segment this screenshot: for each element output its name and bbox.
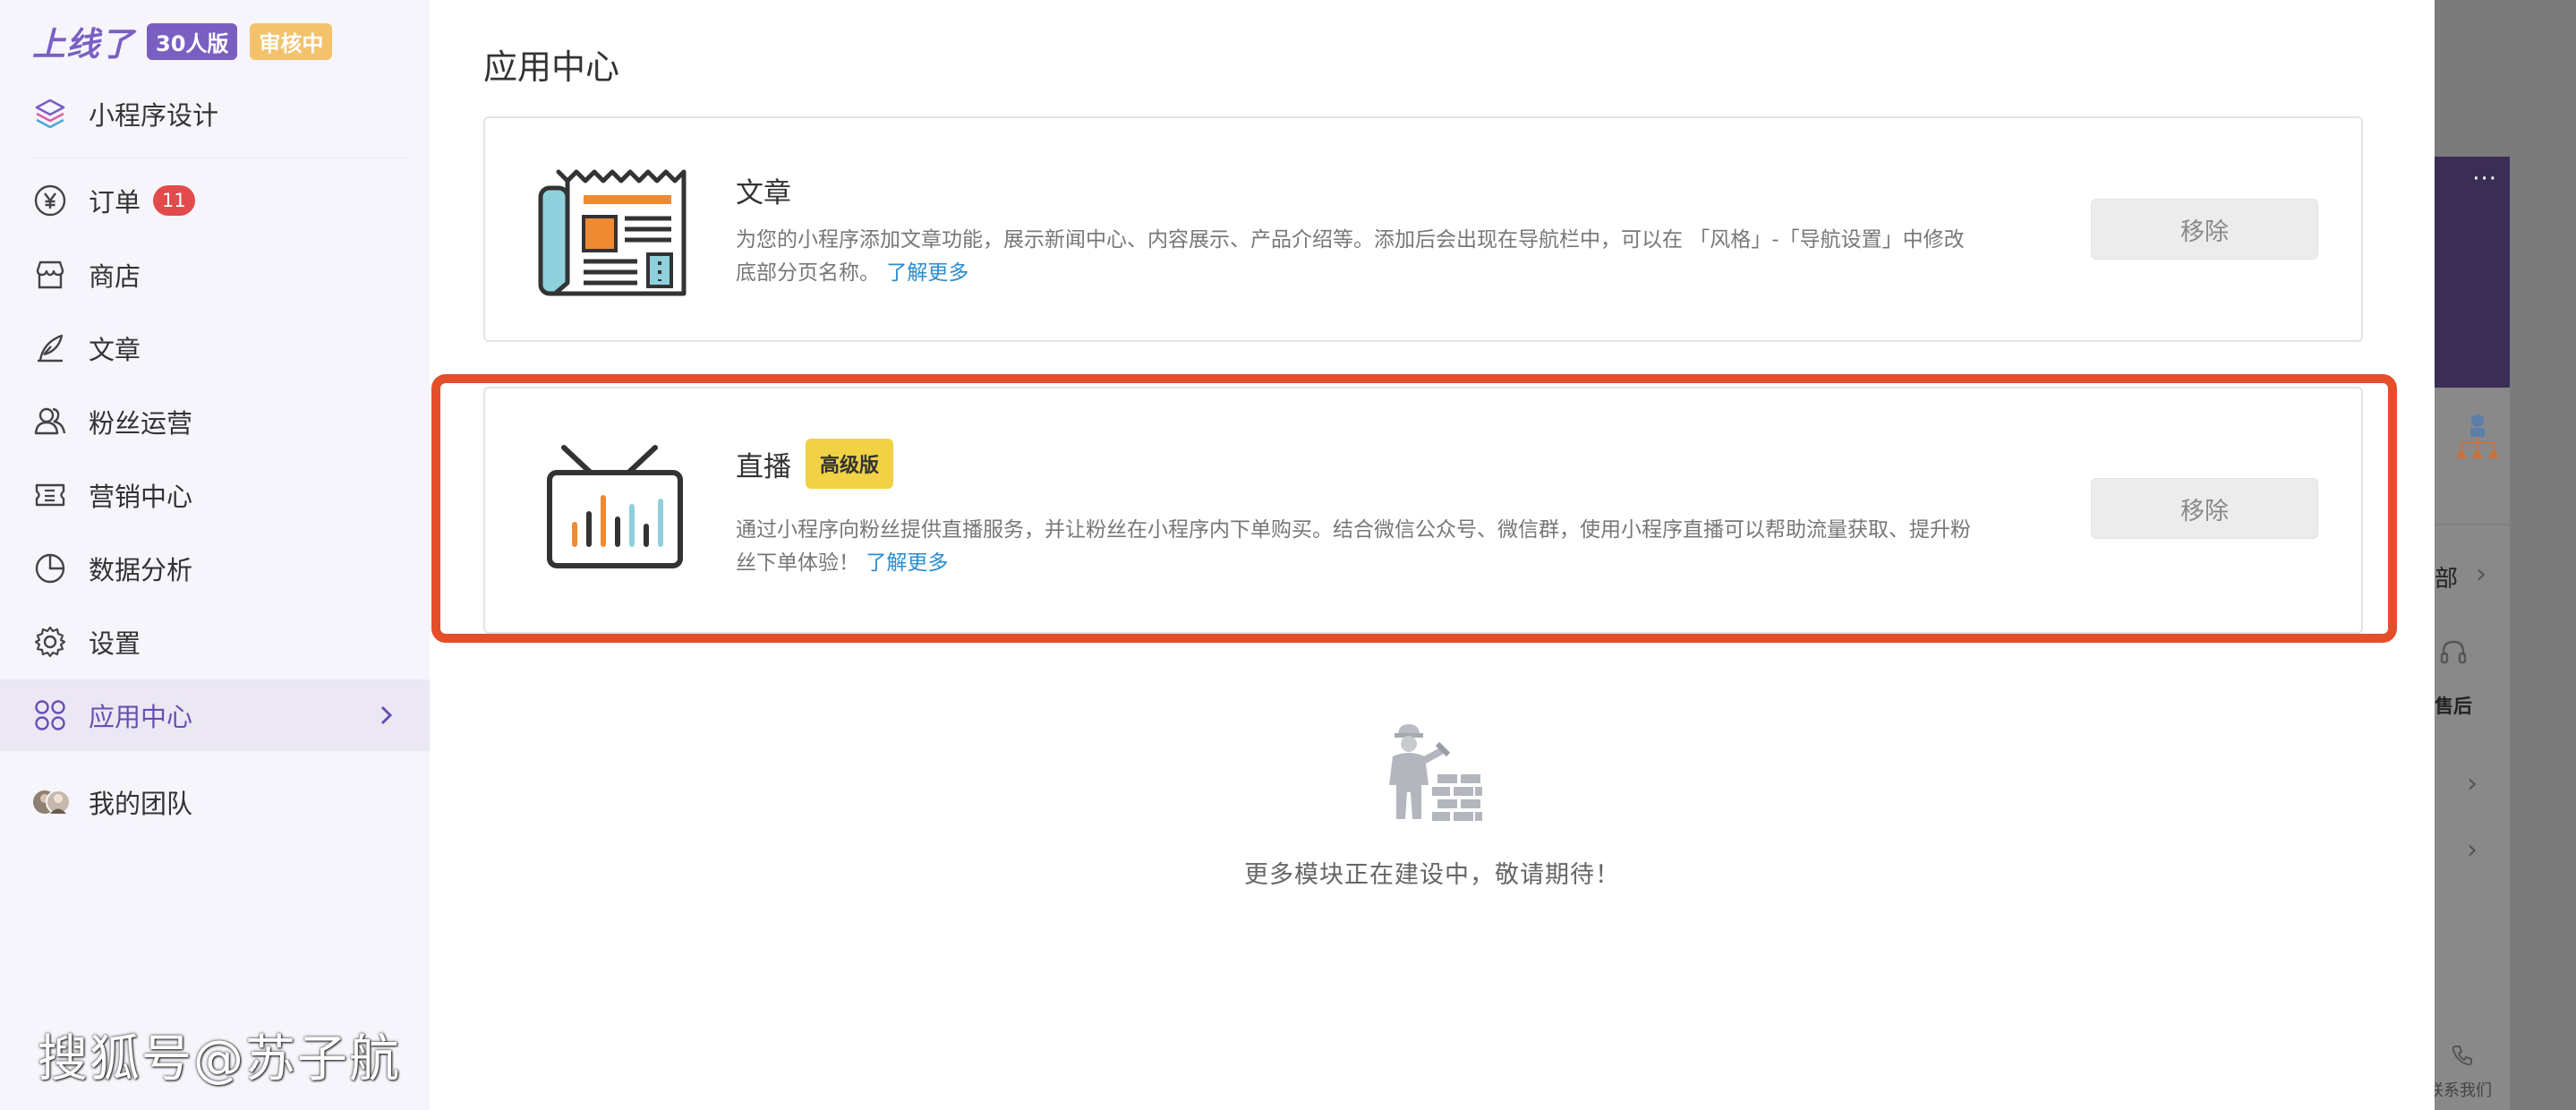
main-content: 应用中心 文章 为您的小程序添加文章功能，展示新闻中心、内容展示、产品介绍等。添… [430, 0, 2435, 1110]
phone-icon [2451, 1044, 2474, 1071]
yen-icon [32, 183, 68, 218]
phone-preview: ··· [2435, 157, 2510, 1110]
learn-more-link[interactable]: 了解更多 [886, 261, 968, 285]
background-preview-panel: ··· 部 › 售后 › › 联系我们 [2435, 0, 2576, 1110]
app-name: 文章 [736, 177, 791, 209]
phone-header: ··· [2435, 157, 2510, 388]
remove-button[interactable]: 移除 [2091, 199, 2318, 260]
chevron-right-icon: › [2476, 559, 2486, 590]
team-avatar-icon [32, 788, 72, 816]
more-dots-icon[interactable]: ··· [2472, 166, 2497, 192]
sidebar-item-store[interactable]: 商店 [0, 239, 430, 311]
sidebar-item-label: 商店 [89, 261, 141, 292]
order-count-badge: 11 [153, 185, 195, 216]
coming-soon-text: 更多模块正在建设中，敬请期待！ [1244, 861, 1620, 889]
all-orders-label[interactable]: 部 [2435, 560, 2458, 593]
pie-chart-icon [32, 551, 68, 586]
app-name-row: 文章 [736, 170, 791, 210]
pro-badge: 高级版 [806, 439, 894, 489]
brand-header: 上线了 30人版 审核中 [32, 21, 333, 64]
feather-icon [32, 330, 68, 366]
learn-more-link[interactable]: 了解更多 [866, 551, 948, 575]
chevron-right-icon: › [2467, 768, 2478, 799]
layers-icon [32, 96, 68, 132]
contact-us-label[interactable]: 联系我们 [2435, 1078, 2492, 1101]
sidebar-item-label: 文章 [89, 335, 141, 365]
sidebar-item-label: 数据分析 [89, 555, 193, 585]
app-name-row: 直播 高级版 [736, 439, 894, 489]
app-card-article: 文章 为您的小程序添加文章功能，展示新闻中心、内容展示、产品介绍等。添加后会出现… [483, 116, 2363, 342]
sidebar-item-app-center[interactable]: 应用中心 [0, 679, 430, 751]
gear-icon [32, 624, 68, 660]
users-icon [32, 404, 68, 440]
org-chart-icon [2451, 412, 2504, 464]
sidebar-item-marketing[interactable]: 营销中心 [0, 459, 430, 531]
chevron-right-icon [371, 699, 403, 731]
sidebar-item-label: 设置 [89, 628, 141, 659]
after-sale-label[interactable]: 售后 [2435, 692, 2472, 719]
plan-badge: 30人版 [147, 22, 238, 60]
sidebar-item-label: 营销中心 [89, 482, 193, 512]
page-title: 应用中心 [483, 47, 620, 87]
sidebar-item-settings[interactable]: 设置 [0, 606, 430, 678]
store-icon [32, 257, 68, 293]
status-badge: 审核中 [250, 22, 333, 60]
sidebar-item-my-team[interactable]: 我的团队 [0, 766, 430, 838]
remove-button[interactable]: 移除 [2091, 478, 2318, 539]
sidebar-item-fans[interactable]: 粉丝运营 [0, 386, 430, 457]
watermark: 搜狐号@苏子航 [38, 1030, 401, 1089]
brand-logo[interactable]: 上线了 [32, 17, 134, 65]
sidebar-item-label: 订单 [89, 187, 141, 218]
app-description: 通过小程序向粉丝提供直播服务，并让粉丝在小程序内下单购买。结合微信公众号、微信群… [736, 514, 1971, 580]
newspaper-icon [537, 168, 691, 299]
app-name: 直播 [736, 450, 791, 483]
sidebar-item-label: 小程序设计 [89, 100, 219, 131]
app-card-live: 直播 高级版 通过小程序向粉丝提供直播服务，并让粉丝在小程序内下单购买。结合微信… [483, 387, 2363, 634]
chevron-right-icon: › [2467, 834, 2478, 866]
sidebar-item-mini-program-design[interactable]: 小程序设计 [32, 91, 218, 136]
sidebar-item-orders[interactable]: 订单 11 [0, 165, 430, 236]
sidebar-item-label: 粉丝运营 [89, 408, 193, 439]
headset-icon [2438, 637, 2469, 671]
sidebar-item-analytics[interactable]: 数据分析 [0, 533, 430, 604]
app-description: 为您的小程序添加文章功能，展示新闻中心、内容展示、产品介绍等。添加后会出现在导航… [736, 224, 1971, 290]
apps-icon [32, 697, 68, 733]
sidebar: 上线了 30人版 审核中 小程序设计 订单 11 商店 文章 粉丝运营 营销中心… [0, 0, 430, 1110]
tv-icon [537, 442, 691, 573]
sidebar-item-label: 我的团队 [89, 789, 193, 819]
construction-worker-icon [1378, 719, 1486, 826]
sidebar-item-label: 应用中心 [89, 702, 193, 732]
ticket-icon [32, 477, 68, 513]
divider [2435, 524, 2510, 525]
sidebar-item-articles[interactable]: 文章 [0, 312, 430, 384]
